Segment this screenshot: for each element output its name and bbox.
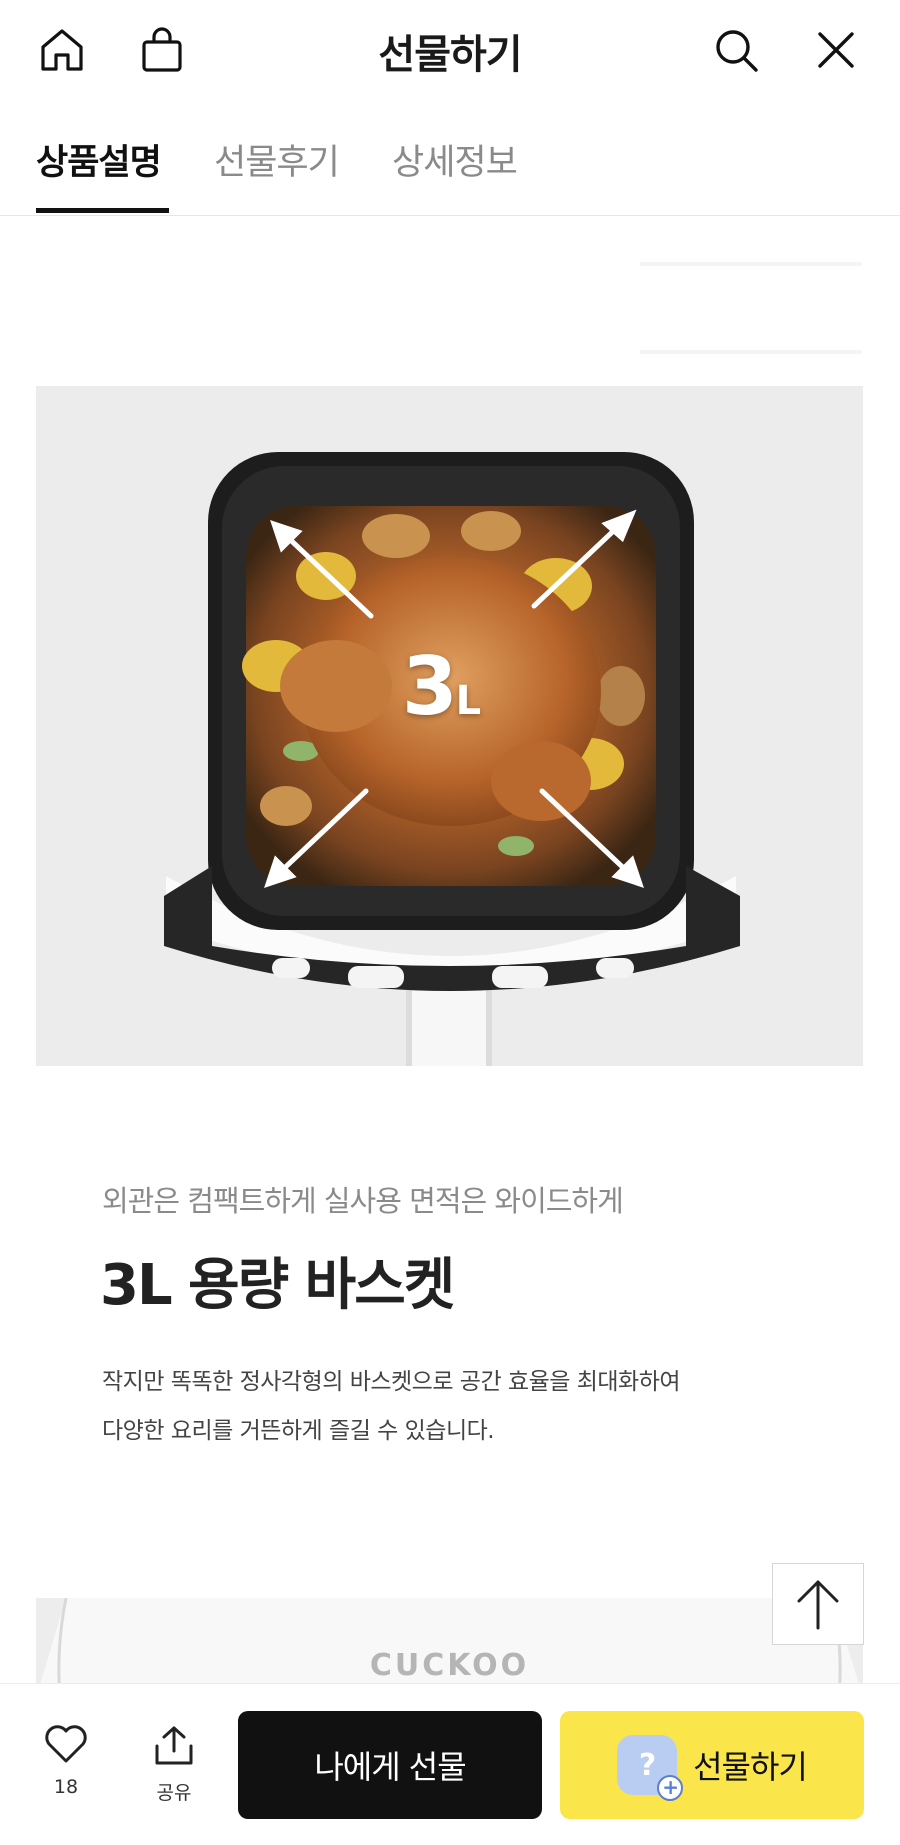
like-count: 18 xyxy=(53,1776,79,1798)
share-label: 공유 xyxy=(156,1782,192,1804)
tab-product-description[interactable]: 상품설명 xyxy=(36,134,162,185)
top-header: 선물하기 xyxy=(0,0,900,100)
section-description: 작지만 똑똑한 정사각형의 바스켓으로 공간 효율을 최대화하여 다양한 요리를… xyxy=(102,1358,681,1456)
capacity-overlay: 3L xyxy=(402,640,481,733)
tab-gift-reviews[interactable]: 선물후기 xyxy=(214,134,340,185)
heart-icon xyxy=(45,1725,87,1763)
faint-divider xyxy=(640,262,862,266)
section-subheading: 외관은 컴팩트하게 실사용 면적은 와이드하게 xyxy=(102,1184,624,1218)
capacity-unit: L xyxy=(455,678,481,724)
search-icon[interactable] xyxy=(704,18,768,82)
arrow-up-icon xyxy=(797,1580,839,1630)
share-button[interactable]: 공유 xyxy=(142,1724,206,1805)
plus-icon: + xyxy=(657,1775,684,1801)
brand-logo: CUCKOO xyxy=(369,1648,530,1683)
description-line: 다양한 요리를 거뜬하게 즐길 수 있습니다. xyxy=(102,1418,495,1444)
close-icon[interactable] xyxy=(804,18,868,82)
send-gift-label: 선물하기 xyxy=(693,1748,808,1786)
capacity-number: 3 xyxy=(402,640,458,733)
like-button[interactable]: 18 xyxy=(34,1724,98,1798)
section-heading: 3L 용량 바스켓 xyxy=(100,1253,455,1318)
tab-bar: 상품설명 선물후기 상세정보 xyxy=(0,100,900,216)
gift-to-self-button[interactable]: 나에게 선물 xyxy=(238,1711,542,1819)
faint-divider xyxy=(640,350,862,354)
share-icon xyxy=(155,1726,193,1765)
active-tab-indicator xyxy=(36,208,169,213)
send-gift-button[interactable]: ? + 선물하기 xyxy=(560,1711,864,1819)
bottom-action-bar: 18 공유 나에게 선물 ? + 선물하기 xyxy=(0,1683,900,1845)
description-line: 작지만 똑똑한 정사각형의 바스켓으로 공간 효율을 최대화하여 xyxy=(102,1369,681,1395)
gift-question-icon: ? + xyxy=(617,1735,684,1801)
tab-detail-info[interactable]: 상세정보 xyxy=(392,134,518,185)
scroll-to-top-button[interactable] xyxy=(772,1563,864,1645)
